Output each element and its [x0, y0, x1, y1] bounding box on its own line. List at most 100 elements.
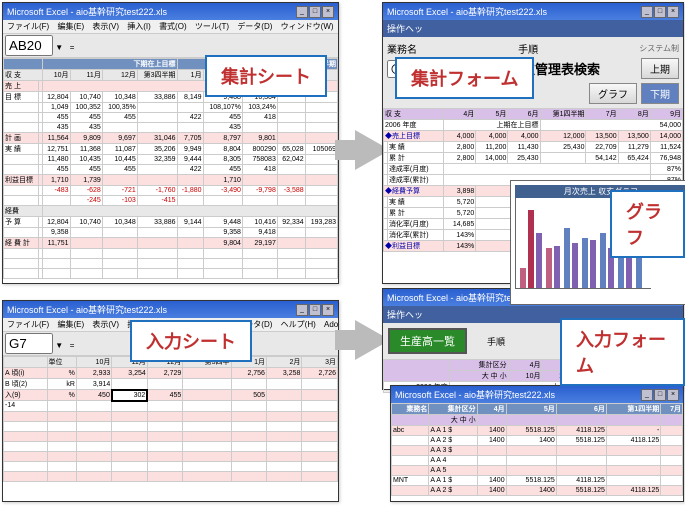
cell: 2,800 — [444, 153, 476, 164]
cell: A A 4 — [429, 456, 477, 466]
col: 2月 — [266, 357, 301, 368]
row-a: A 頃(i) — [4, 368, 48, 379]
row-name: abc — [392, 426, 429, 436]
window-controls[interactable]: _□× — [295, 5, 334, 18]
menu-pdf[interactable]: Adobe PDF(B) — [324, 320, 338, 329]
graph-button[interactable]: グラフ — [589, 83, 637, 104]
menu-edit[interactable]: 編集(E) — [57, 22, 84, 31]
cell: 10,740 — [70, 217, 102, 228]
menu-edit[interactable]: 編集(E) — [57, 320, 84, 329]
cell: -1,880 — [177, 186, 203, 196]
window-controls[interactable]: _□× — [640, 5, 679, 18]
cell: 5,720 — [444, 197, 476, 208]
window-controls[interactable]: _□× — [640, 388, 679, 401]
cell: A A 1 $ — [429, 426, 477, 436]
cell: A A 5 — [429, 466, 477, 476]
excel-window-summary: Microsoft Excel - aio基幹研究test222.xls _□×… — [2, 2, 339, 284]
rowhead-keihi: 経費 — [4, 206, 43, 217]
cell: 10,740 — [70, 92, 102, 103]
cell: 1400 — [477, 436, 506, 446]
menu-file[interactable]: ファイル(F) — [7, 320, 49, 329]
input-data-table[interactable]: 業務名集計区分4月5月6月第1四半期7月 大 中 小 abcA A 1 $140… — [391, 403, 683, 496]
next-period-button[interactable]: 下期 — [641, 83, 679, 104]
cell: 62,042 — [277, 155, 305, 165]
row-rate2: 達成率(累計) — [387, 175, 443, 186]
cell: 92,334 — [277, 217, 305, 228]
active-cell[interactable]: 302 — [112, 390, 147, 401]
cell: -103 — [102, 196, 137, 206]
menu-format[interactable]: 書式(O) — [159, 22, 187, 31]
upper-button[interactable]: 上期 — [641, 58, 679, 79]
titlebar[interactable]: Microsoft Excel - aio基幹研究test222.xls _□× — [383, 3, 683, 20]
callout-summary-sheet: 集計シート — [205, 55, 327, 97]
menubar[interactable]: ファイル(F) 編集(E) 表示(V) 挿入(I) 書式(O) ツール(T) デ… — [3, 20, 338, 34]
cell: 87% — [650, 164, 682, 175]
cell: 11,368 — [70, 144, 102, 155]
cell: 1,739 — [70, 175, 102, 186]
col: 7月 — [661, 404, 683, 415]
cell: 4,000 — [476, 131, 508, 142]
list-button[interactable]: 生産高一覧 — [388, 328, 467, 354]
cell: 103,24% — [242, 103, 277, 113]
col: 9月 — [650, 109, 682, 120]
cell: 4118.125 — [556, 426, 606, 436]
cell: 5518.125 — [506, 426, 556, 436]
cell: A A 2 $ — [429, 486, 477, 496]
cell: 4,000 — [444, 131, 476, 142]
cell: 65,028 — [277, 144, 305, 155]
cell-ref-box[interactable] — [5, 333, 53, 354]
col: 10月 — [76, 357, 111, 368]
titlebar[interactable]: Microsoft Excel - aio基幹研究test222.xls _□× — [3, 3, 338, 20]
system-label: システム制 — [639, 43, 679, 54]
cell: 455 — [42, 113, 70, 123]
cell: 3,898 — [444, 186, 476, 197]
menu-data[interactable]: データ(D) — [237, 22, 272, 31]
label-proc: 手順 — [487, 335, 505, 348]
menu-insert[interactable]: 挿入(I) — [127, 22, 151, 31]
row-uriage: 売 上 — [4, 81, 39, 92]
cell: 12,804 — [42, 217, 70, 228]
period-header: 下期在上目標 — [42, 59, 177, 70]
menu-help[interactable]: ヘルプ(H) — [281, 320, 316, 329]
cell: 100,352 — [70, 103, 102, 113]
row-in: 入(9) — [4, 390, 48, 401]
cell: 11,480 — [42, 155, 70, 165]
callout-graph: グラフ — [610, 190, 685, 258]
cell: 1,710 — [42, 175, 70, 186]
titlebar[interactable]: Microsoft Excel - aio基幹研究test222.xls _□× — [391, 386, 683, 403]
cell: 14,000 — [650, 131, 682, 142]
cell: 9,444 — [177, 155, 203, 165]
col: 8月 — [618, 109, 650, 120]
cell: 3,258 — [266, 368, 301, 379]
cell: A A 3 $ — [429, 446, 477, 456]
row-keikaku: 計 画 — [4, 133, 39, 144]
cell-ref-box[interactable] — [5, 35, 53, 56]
cell: 9,358 — [203, 228, 242, 238]
menu-view[interactable]: 表示(V) — [92, 22, 119, 31]
col: 4月 — [444, 109, 476, 120]
cell: 422 — [177, 113, 203, 123]
callout-summary-form: 集計フォーム — [395, 57, 534, 99]
cell: 455 — [70, 165, 102, 175]
cell: 9,697 — [102, 133, 137, 144]
menu-tools[interactable]: ツール(T) — [195, 22, 229, 31]
cell: 1400 — [477, 476, 506, 486]
cell: 14,685 — [444, 219, 476, 230]
cell: - — [606, 426, 660, 436]
input-sheet[interactable]: 単位 10月11月12月第3四半1月2月3月 A 頃(i)% 2,9333,25… — [3, 356, 338, 511]
menu-view[interactable]: 表示(V) — [92, 320, 119, 329]
col: 3月 — [302, 357, 338, 368]
menu-file[interactable]: ファイル(F) — [7, 22, 49, 31]
cell: 1400 — [506, 436, 556, 446]
cell: 505 — [231, 390, 266, 401]
cell: 33,886 — [137, 92, 177, 103]
cell: % — [47, 368, 76, 379]
cell: 143% — [444, 230, 476, 241]
window-controls[interactable]: _□× — [295, 303, 334, 316]
cell: 435 — [203, 123, 242, 133]
cell: % — [47, 390, 76, 401]
titlebar[interactable]: Microsoft Excel - aio基幹研究test222.xls _□× — [3, 301, 338, 318]
row-kei: 累 計 — [387, 153, 443, 164]
cell: kR — [47, 379, 76, 390]
menu-window[interactable]: ウィンドウ(W) — [281, 22, 334, 31]
